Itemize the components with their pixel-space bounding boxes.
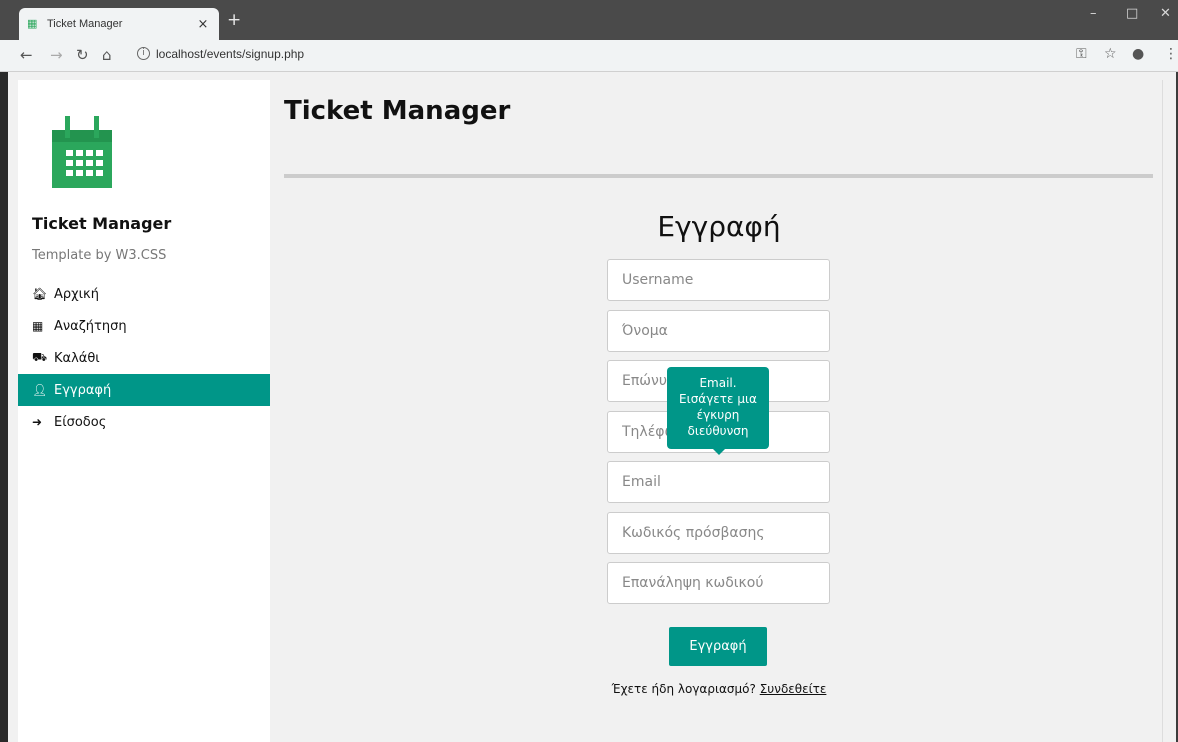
page-title: Ticket Manager	[284, 96, 511, 126]
username-input[interactable]	[607, 259, 830, 301]
sidebar-item-label: Αρχική	[54, 286, 99, 302]
tooltip-line: Εισάγετε μια	[679, 392, 757, 406]
home-icon[interactable]: ⌂	[102, 45, 112, 65]
tooltip-line: Email.	[699, 376, 737, 390]
sidebar: Ticket Manager Template by W3.CSS 🏠︎ Αρχ…	[18, 80, 270, 742]
sidebar-item-label: Καλάθι	[54, 350, 100, 366]
close-window-icon[interactable]: ✕	[1160, 6, 1171, 21]
sidebar-item-login[interactable]: ➜ Είσοδος	[18, 406, 270, 438]
browser-tab-bar: ▦ Ticket Manager × + – □ ✕	[0, 0, 1178, 40]
tooltip-line: έγκυρη	[696, 408, 740, 422]
profile-icon[interactable]: ●	[1132, 46, 1144, 62]
signup-button[interactable]: Εγγραφή	[669, 627, 767, 666]
signin-link[interactable]: Συνδεθείτε	[760, 682, 827, 696]
tooltip-line: διεύθυνση	[687, 424, 749, 438]
new-tab-icon[interactable]: +	[227, 12, 241, 29]
sidebar-title: Ticket Manager	[32, 214, 172, 233]
forward-icon[interactable]: →	[50, 45, 63, 65]
sidebar-item-search[interactable]: ▦ Αναζήτηση	[18, 310, 270, 342]
divider	[284, 174, 1153, 178]
first-name-input[interactable]	[607, 310, 830, 352]
sidebar-subtitle: Template by W3.CSS	[32, 248, 167, 263]
sign-in-icon: ➜	[32, 415, 43, 429]
email-input[interactable]	[607, 461, 830, 503]
key-icon[interactable]: ⚿	[1076, 46, 1087, 62]
sidebar-item-label: Είσοδος	[54, 414, 107, 430]
calendar-icon: ▦	[32, 319, 44, 333]
form-title: Εγγραφή	[657, 210, 781, 243]
signin-prompt: Έχετε ήδη λογαριασμό? Συνδεθείτε	[590, 682, 848, 696]
sidebar-item-signup[interactable]: 👤︎ Εγγραφή	[18, 374, 270, 406]
calendar-favicon-icon: ▦	[27, 17, 38, 30]
star-icon[interactable]: ☆	[1104, 46, 1117, 62]
tab-close-icon[interactable]: ×	[195, 17, 211, 32]
calendar-icon	[52, 116, 112, 188]
email-tooltip: Email. Εισάγετε μια έγκυρη διεύθυνση	[667, 367, 769, 455]
menu-icon[interactable]: ⋮	[1164, 46, 1178, 62]
signin-prompt-text: Έχετε ήδη λογαριασμό?	[611, 682, 756, 696]
tab-title: Ticket Manager	[47, 18, 123, 30]
address-bar[interactable]: localhost/events/signup.php	[156, 47, 304, 61]
user-plus-icon: 👤︎	[32, 383, 48, 397]
scrollbar[interactable]	[1162, 80, 1176, 742]
password-repeat-input[interactable]	[607, 562, 830, 604]
cart-icon: ⛟	[32, 350, 48, 364]
sidebar-item-label: Εγγραφή	[54, 382, 112, 398]
back-icon[interactable]: ←	[20, 45, 33, 65]
maximize-icon[interactable]: □	[1126, 6, 1138, 21]
password-input[interactable]	[607, 512, 830, 554]
browser-tab[interactable]: ▦ Ticket Manager ×	[19, 8, 219, 40]
minimize-icon[interactable]: –	[1090, 6, 1097, 21]
window-frame	[0, 72, 8, 742]
info-icon[interactable]: i	[137, 47, 150, 60]
sidebar-item-cart[interactable]: ⛟ Καλάθι	[18, 342, 270, 374]
browser-toolbar: ← → ↻ ⌂ i localhost/events/signup.php ⚿ …	[0, 40, 1178, 72]
home-icon: 🏠︎	[32, 287, 48, 301]
reload-icon[interactable]: ↻	[76, 45, 89, 65]
sidebar-item-label: Αναζήτηση	[54, 318, 127, 334]
sidebar-item-home[interactable]: 🏠︎ Αρχική	[18, 278, 270, 310]
